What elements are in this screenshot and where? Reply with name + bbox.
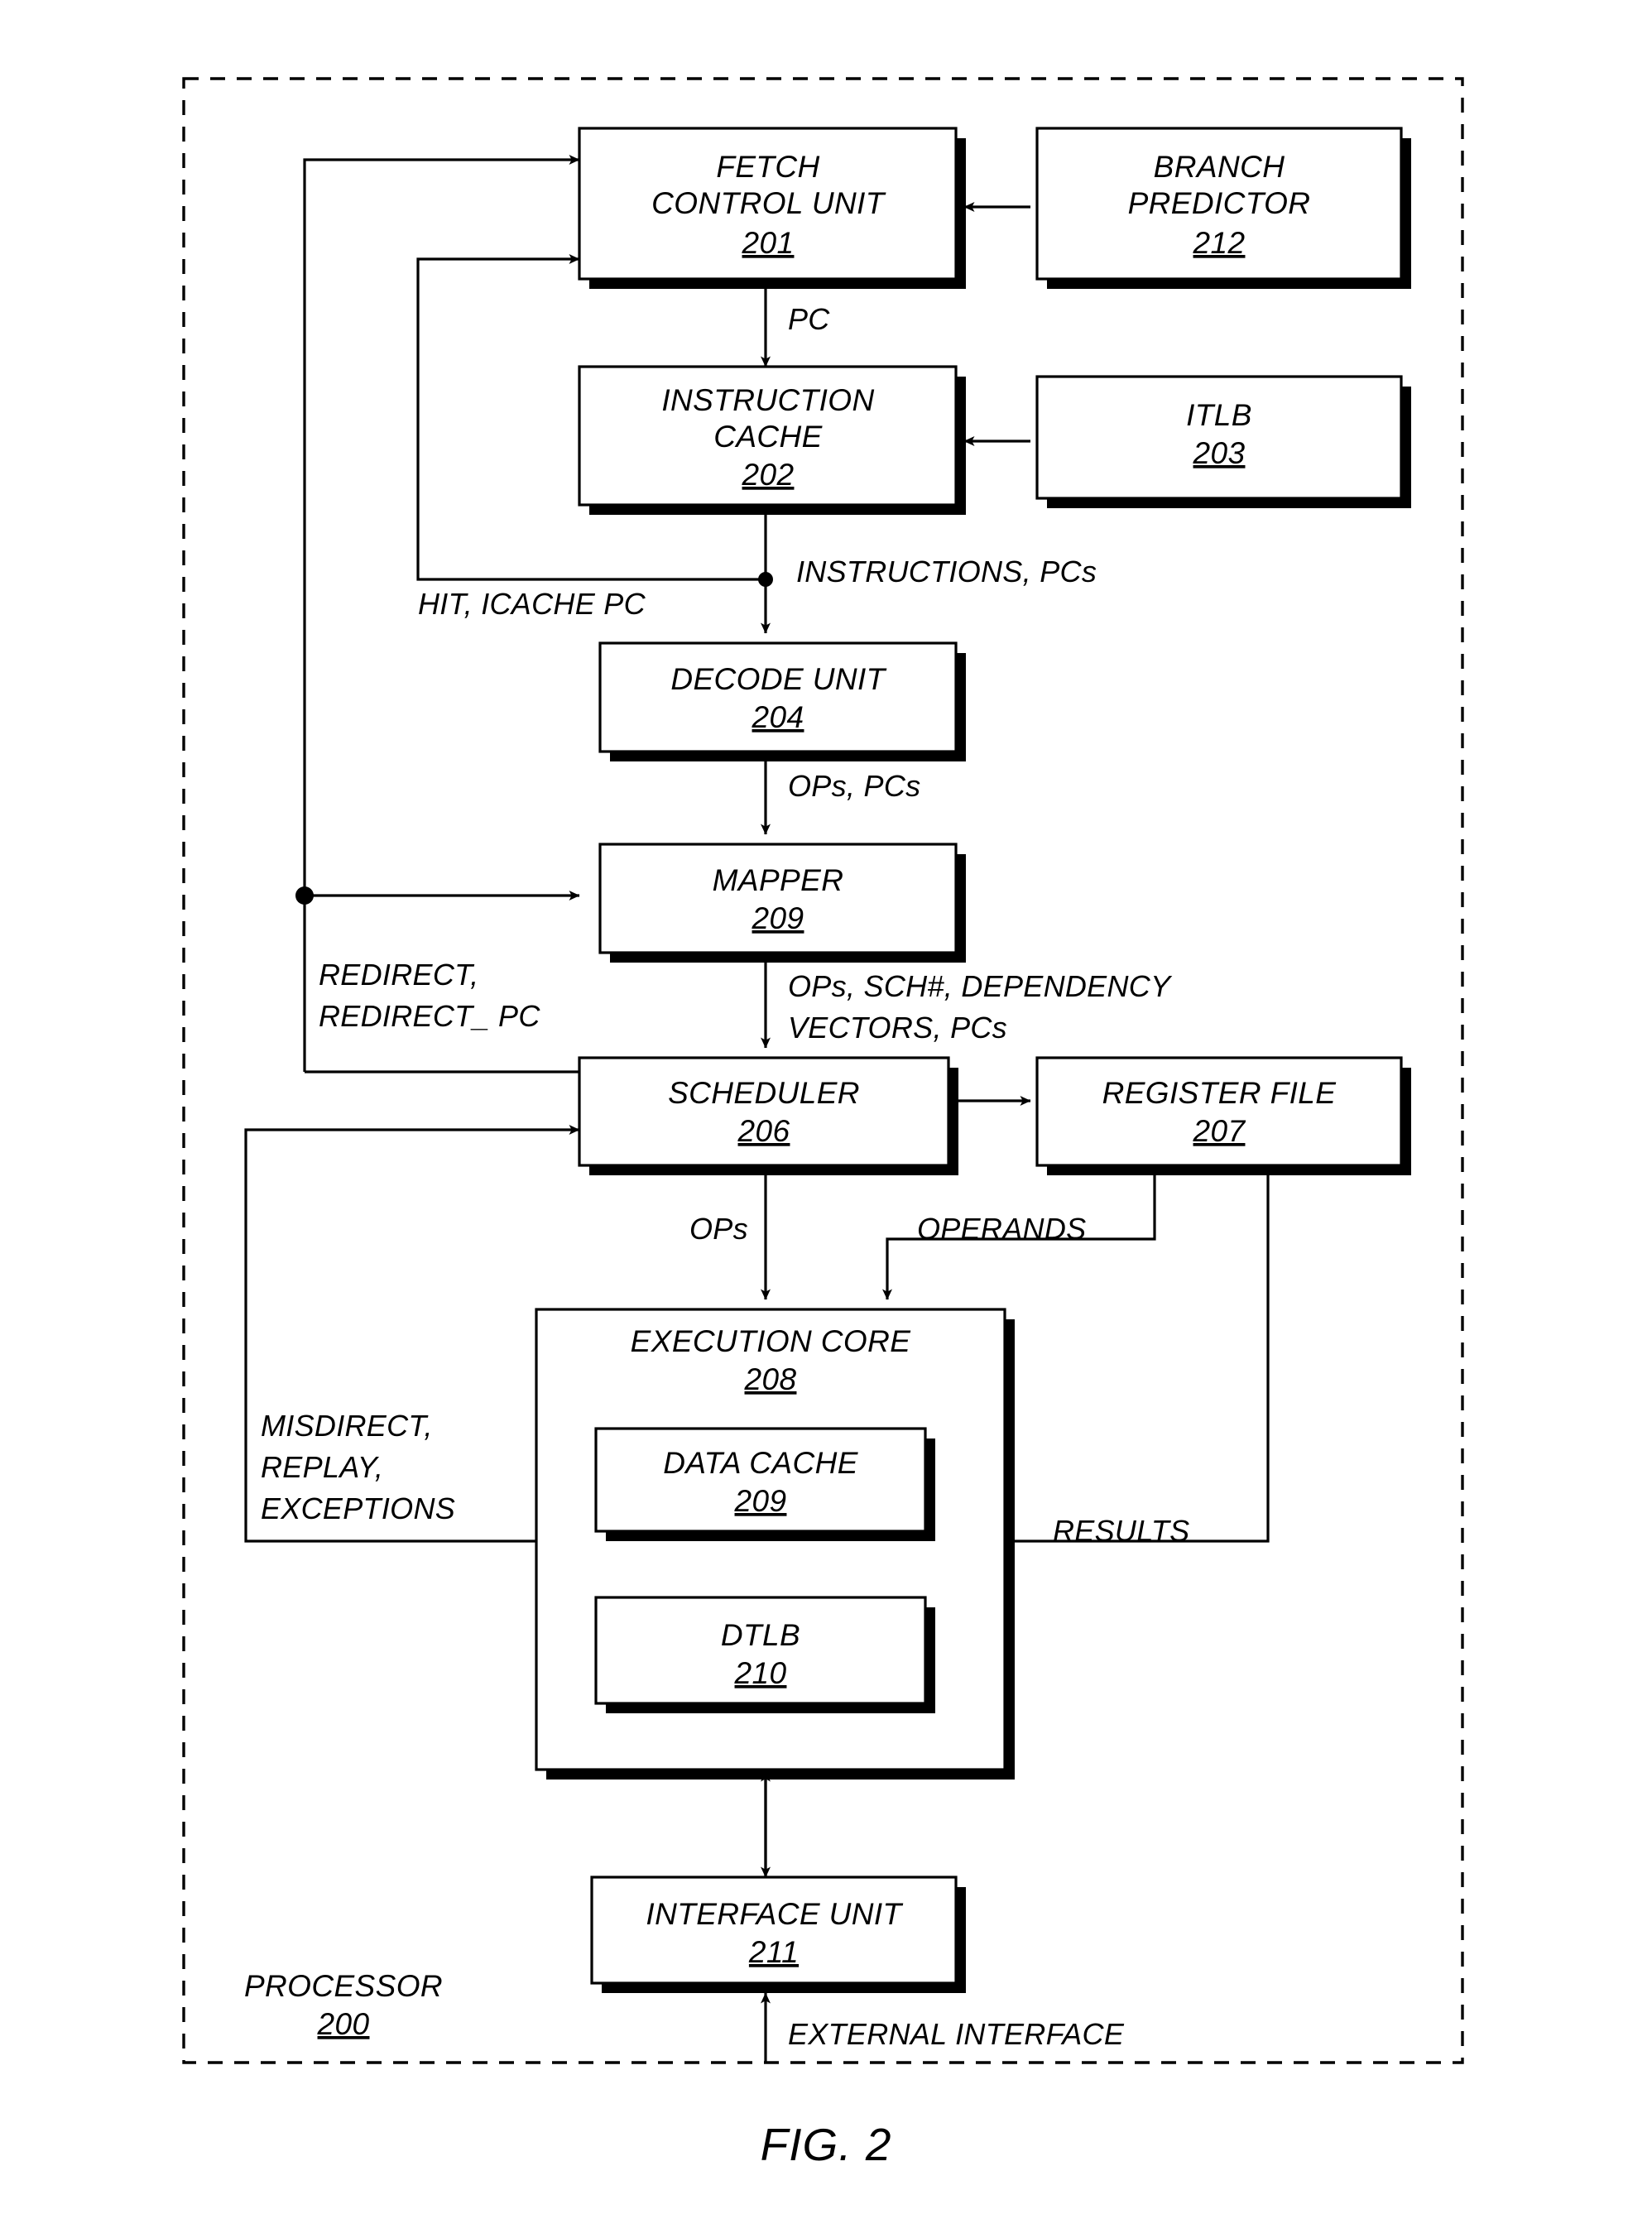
processor-container-label: PROCESSOR 200 (244, 1969, 443, 2041)
block-label-line1: DATA CACHE (663, 1446, 859, 1480)
block-number: 211 (748, 1935, 799, 1969)
block-label-line1: EXECUTION CORE (631, 1324, 912, 1358)
signal-label-hit-icache-pc: HIT, ICACHE PC (418, 587, 646, 621)
container-number: 200 (317, 2007, 370, 2041)
signal-label-misdirect-line2: REPLAY, (261, 1450, 383, 1484)
block-number: 208 (744, 1362, 797, 1396)
block-label-line2: CONTROL UNIT (651, 186, 886, 220)
block-label-line1: DECODE UNIT (670, 662, 886, 696)
block-label-line1: DTLB (721, 1618, 800, 1652)
signal-labels: PC INSTRUCTIONS, PCs HIT, ICACHE PC OPs,… (261, 302, 1189, 2051)
signal-label-results: RESULTS (1053, 1514, 1189, 1548)
block-number: 201 (742, 226, 795, 260)
block-number: 209 (752, 901, 804, 935)
signal-label-mapper-out-line1: OPs, SCH#, DEPENDENCY (788, 969, 1173, 1003)
block-label-line1: ITLB (1186, 398, 1252, 432)
signal-label-instructions-pcs: INSTRUCTIONS, PCs (796, 555, 1097, 588)
block-number: 203 (1193, 436, 1246, 470)
block-label-line1: SCHEDULER (668, 1076, 860, 1110)
processor-block-diagram: FETCH CONTROL UNIT 201 BRANCH PREDICTOR … (182, 77, 1464, 2170)
block-number: 209 (734, 1484, 787, 1518)
block-number: 212 (1193, 226, 1246, 260)
block-label-line1: INTERFACE UNIT (646, 1897, 903, 1931)
block-data-cache[interactable]: DATA CACHE 209 (594, 1427, 935, 1541)
block-number: 202 (742, 458, 795, 492)
block-number: 207 (1193, 1114, 1246, 1148)
block-fetch-control-unit[interactable]: FETCH CONTROL UNIT 201 (578, 127, 966, 289)
block-number: 210 (734, 1656, 787, 1690)
block-register-file[interactable]: REGISTER FILE 207 (1035, 1056, 1411, 1175)
block-interface-unit[interactable]: INTERFACE UNIT 211 (590, 1876, 966, 1993)
block-mapper[interactable]: MAPPER 209 (598, 843, 966, 963)
block-decode-unit[interactable]: DECODE UNIT 204 (598, 641, 966, 761)
block-label-line2: PREDICTOR (1128, 186, 1311, 220)
container-label: PROCESSOR (244, 1969, 443, 2003)
block-label-line2: CACHE (713, 420, 823, 454)
signal-label-external-interface: EXTERNAL INTERFACE (788, 2017, 1125, 2051)
signal-label-redirect-line1: REDIRECT, (319, 958, 478, 992)
block-label-line1: MAPPER (713, 863, 844, 897)
signal-label-ops: OPs (689, 1212, 748, 1246)
block-branch-predictor[interactable]: BRANCH PREDICTOR 212 (1035, 127, 1411, 289)
block-label-line1: INSTRUCTION (661, 383, 874, 417)
signal-label-mapper-out-line2: VECTORS, PCs (788, 1011, 1007, 1045)
block-number: 204 (752, 700, 804, 734)
block-label-line1: FETCH (716, 150, 819, 184)
signal-label-misdirect-line3: EXCEPTIONS (261, 1491, 455, 1525)
block-label-line1: BRANCH (1154, 150, 1285, 184)
junction-dot-redirect (295, 886, 314, 905)
signal-label-ops-pcs: OPs, PCs (788, 769, 920, 803)
signal-label-pc: PC (788, 302, 830, 336)
signal-label-operands: OPERANDS (917, 1212, 1086, 1246)
block-scheduler[interactable]: SCHEDULER 206 (578, 1056, 958, 1175)
patent-figure: FETCH CONTROL UNIT 201 BRANCH PREDICTOR … (0, 0, 1652, 2219)
signal-label-misdirect-line1: MISDIRECT, (261, 1409, 433, 1443)
block-itlb[interactable]: ITLB 203 (1035, 375, 1411, 508)
block-dtlb[interactable]: DTLB 210 (594, 1596, 935, 1713)
block-label-line1: REGISTER FILE (1102, 1076, 1337, 1110)
block-instruction-cache[interactable]: INSTRUCTION CACHE 202 (578, 365, 966, 515)
figure-caption: FIG. 2 (761, 2119, 892, 2170)
block-number: 206 (737, 1114, 790, 1148)
signal-label-redirect-line2: REDIRECT_ PC (319, 999, 540, 1033)
